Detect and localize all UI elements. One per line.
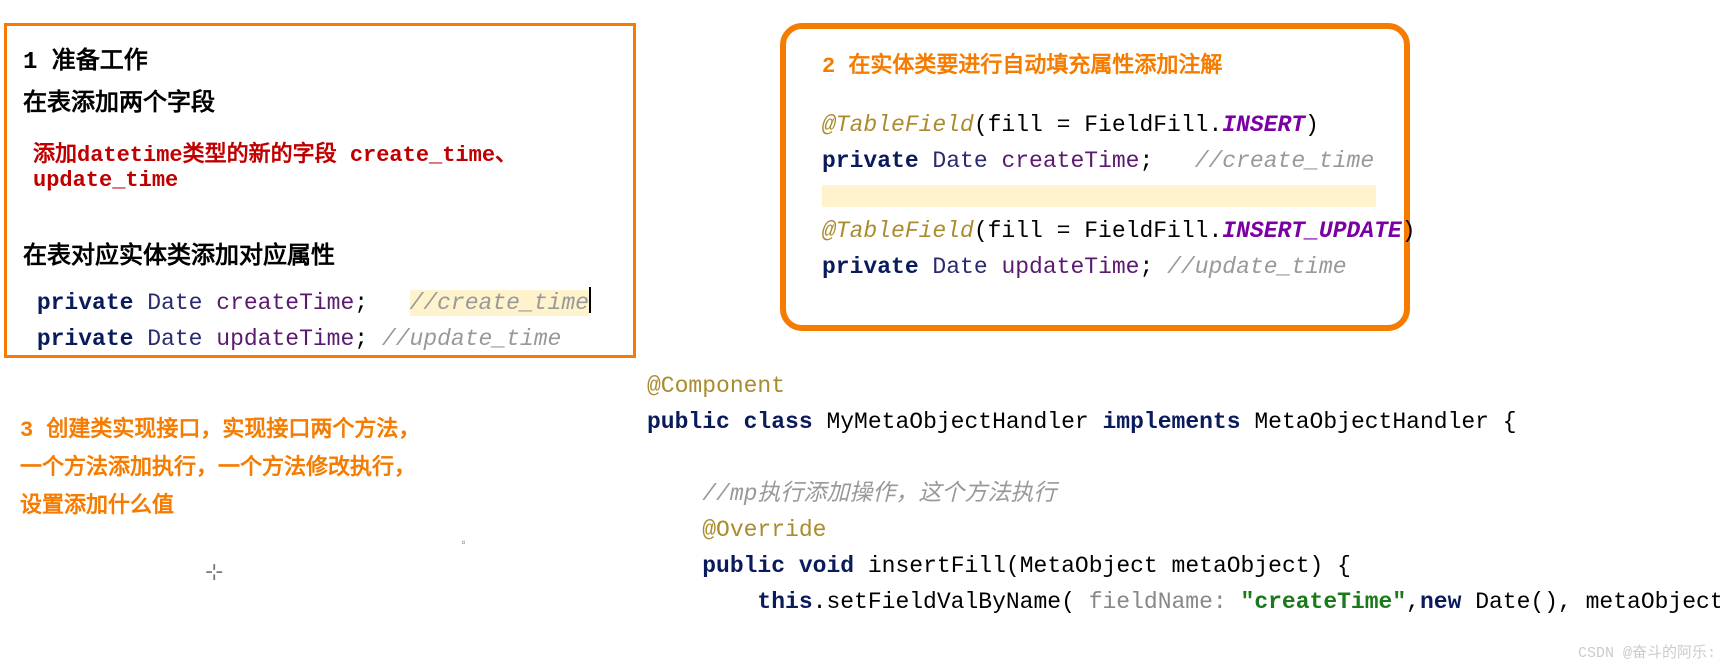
blank-line (647, 440, 1707, 476)
code-line: @Override (647, 512, 1707, 548)
code-line: @TableField(fill = FieldFill.INSERT) (822, 107, 1376, 143)
code-line: private Date updateTime; //update_time (23, 321, 621, 357)
step1-box: 1 准备工作 在表添加两个字段 添加datetime类型的新的字段 create… (4, 23, 636, 358)
watermark-text: CSDN @奋斗的阿乐: (1578, 641, 1716, 662)
step2-box: 2 在实体类要进行自动填充属性添加注解 @TableField(fill = F… (780, 23, 1410, 331)
cursor-icon: ⊹ (205, 560, 223, 586)
text-caret (589, 287, 591, 313)
code-line: public class MyMetaObjectHandler impleme… (647, 404, 1707, 440)
highlight-bar (822, 185, 1376, 207)
code-line: private Date createTime; //create_time (23, 285, 621, 321)
step2-title: 2 在实体类要进行自动填充属性添加注解 (822, 47, 1376, 79)
code-line: private Date createTime; //create_time (822, 143, 1376, 179)
step3-text: 3 创建类实现接口，实现接口两个方法， 一个方法添加执行，一个方法修改执行， 设… (20, 412, 520, 526)
step3-line3: 设置添加什么值 (20, 488, 520, 526)
code-line: private Date updateTime; //update_time (822, 249, 1376, 285)
code-line: this.setFieldValByName( fieldName: "crea… (647, 584, 1707, 620)
code-line: @Component (647, 368, 1707, 404)
step1-red-note: 添加datetime类型的新的字段 create_time、update_tim… (33, 136, 621, 193)
code-line: public void insertFill(MetaObject metaOb… (647, 548, 1707, 584)
step3-code: @Component public class MyMetaObjectHand… (647, 368, 1707, 620)
step3-line2: 一个方法添加执行，一个方法修改执行， (20, 450, 520, 488)
code-line: //mp执行添加操作，这个方法执行 (647, 476, 1707, 512)
step3-line1: 3 创建类实现接口，实现接口两个方法， (20, 412, 520, 450)
small-mark: ▫ (460, 536, 467, 550)
step1-title2: 在表对应实体类添加对应属性 (23, 235, 621, 271)
code-line: @TableField(fill = FieldFill.INSERT_UPDA… (822, 213, 1376, 249)
step1-title: 1 准备工作 (23, 40, 621, 76)
step1-subtitle: 在表添加两个字段 (23, 82, 621, 118)
